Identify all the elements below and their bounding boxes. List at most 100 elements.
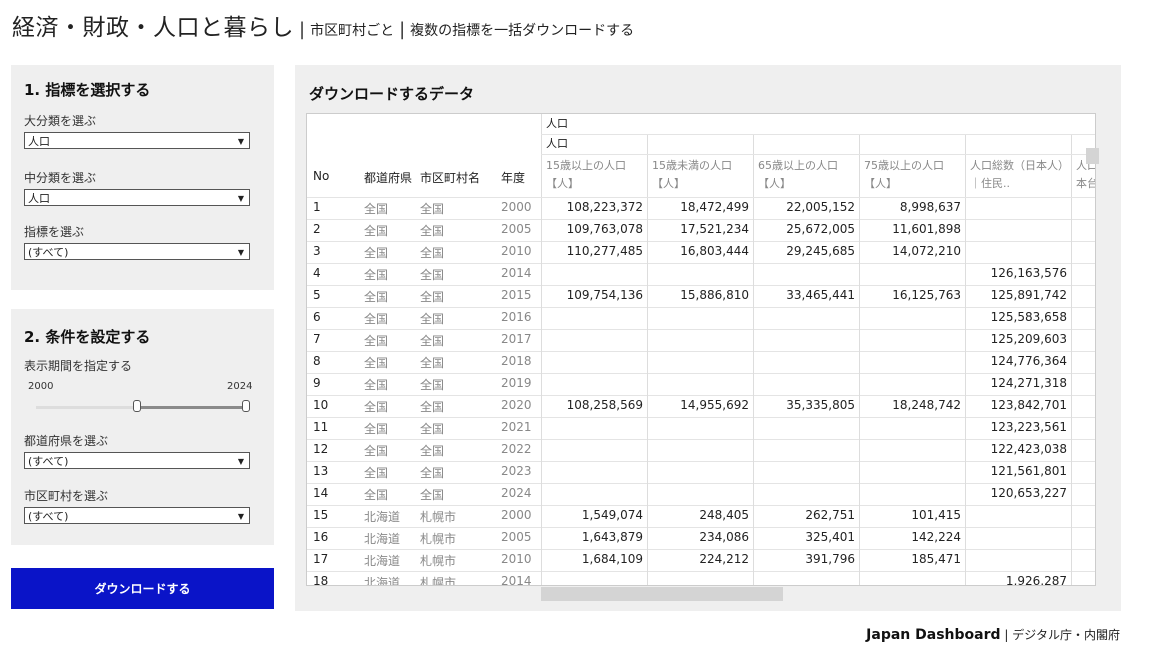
column-divider [753,134,754,585]
table-cell-no: 7 [313,332,321,346]
table-cell-no: 12 [313,442,329,456]
table-cell-year: 2016 [501,310,532,324]
table-cell-m1: 109,754,136 [566,288,643,302]
period-slider-min-handle[interactable] [133,400,141,412]
table-cell-city: 全国 [420,246,445,260]
indicator-select[interactable]: (すべて) ▼ [24,243,250,260]
column-header-age15-under[interactable]: 15歳未満の人口【人】 [652,157,752,193]
header-separator: | [299,19,306,40]
table-cell-m4: 16,125,763 [892,288,961,302]
table-cell-no: 9 [313,376,321,390]
city-select[interactable]: (すべて) ▼ [24,507,250,524]
column-header-year[interactable]: 年度 [501,169,525,186]
table-cell-m4: 18,248,742 [892,398,961,412]
table-cell-city: 札幌市 [420,554,457,568]
indicator-value: (すべて) [28,246,69,259]
table-cell-m1: 108,258,569 [566,398,643,412]
column-header-city[interactable]: 市区町村名 [420,169,480,186]
table-cell-no: 10 [313,398,329,412]
table-cell-m5: 123,842,701 [990,398,1067,412]
data-panel: ダウンロードするデータ 人口 人口 No 都道府県 市区町村名 年度 15歳以上… [295,65,1121,611]
row-divider [307,307,1095,308]
table-cell-year: 2005 [501,222,532,236]
vertical-scrollbar[interactable] [1086,148,1099,164]
table-cell-city: 全国 [420,488,445,502]
table-cell-year: 2000 [501,200,532,214]
table-cell-m2: 248,405 [699,508,749,522]
breadcrumb-municipality: 市区町村ごと [310,23,395,39]
footer-org: デジタル庁・内閣府 [1012,628,1120,642]
row-divider [307,461,1095,462]
table-cell-pref: 全国 [364,334,389,348]
prefecture-select[interactable]: (すべて) ▼ [24,452,250,469]
major-category-select[interactable]: 人口 ▼ [24,132,250,149]
city-label: 市区町村を選ぶ [24,489,109,503]
footer-brand: Japan Dashboard [866,627,1001,643]
table-cell-pref: 北海道 [364,576,401,586]
row-divider [307,483,1095,484]
chevron-down-icon: ▼ [237,457,244,466]
group-header: 人口 [546,117,568,130]
period-slider-max-handle[interactable] [242,400,250,412]
table-cell-m1: 109,763,078 [566,222,643,236]
column-header-prefecture[interactable]: 都道府県 [364,169,412,186]
breadcrumb-bulk-download: 複数の指標を一括ダウンロードする [410,23,635,39]
header-divider [541,134,1095,135]
row-divider [307,373,1095,374]
header-divider [541,154,1095,155]
table-cell-m2: 18,472,499 [680,200,749,214]
table-cell-m1: 1,684,109 [581,552,643,566]
table-cell-no: 14 [313,486,329,500]
table-cell-year: 2014 [501,266,532,280]
column-header-no[interactable]: No [313,169,329,183]
table-cell-year: 2023 [501,464,532,478]
table-cell-city: 全国 [420,466,445,480]
table-cell-pref: 全国 [364,290,389,304]
table-cell-no: 1 [313,200,321,214]
table-cell-city: 全国 [420,378,445,392]
table-cell-m4: 8,998,637 [899,200,961,214]
table-cell-year: 2005 [501,530,532,544]
horizontal-scrollbar[interactable] [541,587,783,601]
table-cell-city: 札幌市 [420,510,457,524]
data-table[interactable]: 人口 人口 No 都道府県 市区町村名 年度 15歳以上の人口【人】 15歳未満… [306,113,1096,586]
table-cell-pref: 全国 [364,444,389,458]
table-cell-m2: 17,521,234 [680,222,749,236]
table-cell-city: 全国 [420,312,445,326]
table-cell-m3: 325,401 [805,530,855,544]
table-cell-m4: 185,471 [911,552,961,566]
chevron-down-icon: ▼ [237,194,244,203]
table-cell-m5: 121,561,801 [990,464,1067,478]
table-cell-city: 全国 [420,290,445,304]
table-cell-no: 3 [313,244,321,258]
page-header: 経済・財政・人口と暮らし | 市区町村ごと | 複数の指標を一括ダウンロードする [12,8,634,44]
column-divider [859,134,860,585]
middle-category-value: 人口 [28,192,50,205]
column-header-age75-over[interactable]: 75歳以上の人口【人】 [864,157,964,193]
table-cell-m5: 123,223,561 [990,420,1067,434]
table-cell-m4: 14,072,210 [892,244,961,258]
row-divider [307,439,1095,440]
download-button[interactable]: ダウンロードする [11,568,274,609]
row-divider [307,285,1095,286]
middle-category-select[interactable]: 人口 ▼ [24,189,250,206]
table-cell-year: 2017 [501,332,532,346]
table-cell-year: 2014 [501,574,532,586]
column-header-total-japanese[interactable]: 人口総数（日本人）｜住民.. [970,157,1070,193]
table-cell-m4: 142,224 [911,530,961,544]
city-value: (すべて) [28,510,69,523]
table-cell-city: 全国 [420,202,445,216]
row-divider [307,329,1095,330]
column-header-age15-over[interactable]: 15歳以上の人口【人】 [546,157,646,193]
column-divider [647,134,648,585]
major-category-label: 大分類を選ぶ [24,114,97,128]
row-divider [307,417,1095,418]
period-min-value: 2000 [28,381,54,392]
table-cell-city: 全国 [420,444,445,458]
table-cell-pref: 全国 [364,378,389,392]
table-cell-no: 13 [313,464,329,478]
table-cell-no: 18 [313,574,329,586]
table-cell-m5: 125,209,603 [990,332,1067,346]
table-cell-m3: 391,796 [805,552,855,566]
column-header-age65-over[interactable]: 65歳以上の人口【人】 [758,157,858,193]
